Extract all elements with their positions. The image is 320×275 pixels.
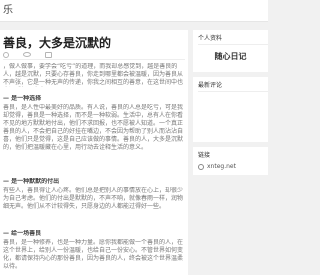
top-header: 乐	[0, 0, 268, 22]
recent-comments-heading: 最新评论	[198, 82, 223, 89]
article-intro-paragraph: ，做人做事，要学会“吃亏”的道理，而我却总感觉到，越是善良的人，越是沉默，只要心…	[3, 63, 184, 86]
links-widget: 链接 xnteg.net	[193, 147, 268, 175]
profile-name-link[interactable]: 随心日记	[193, 52, 268, 62]
recent-comments-divider	[198, 91, 268, 92]
recent-comments-widget: 最新评论	[193, 77, 268, 142]
section-heading-1: — 是一种选择	[3, 95, 42, 102]
article-meta	[3, 51, 52, 58]
folder-icon	[45, 51, 52, 58]
section-paragraph-2: 有些人，善良得让人心疼。他们总是把别人的事情放在心上，却很少为自己考虑。他们的付…	[3, 187, 184, 210]
section-paragraph-1: 善良，是人性中最美好的品质。有人说，善良的人总是吃亏，可是我却觉得，善良是一种选…	[3, 104, 184, 151]
links-heading: 链接	[198, 152, 211, 159]
link-item[interactable]: xnteg.net	[198, 163, 236, 170]
clock-icon	[3, 51, 9, 58]
link-item-label[interactable]: xnteg.net	[207, 163, 236, 170]
profile-heading: 个人资料	[198, 35, 223, 42]
section-paragraph-3: 善良，是一种修养，也是一种力量。愿你我都能做一个善良的人，在这个世界上，给别人一…	[3, 239, 184, 270]
site-logo-text[interactable]: 乐	[3, 5, 13, 17]
title-divider	[3, 59, 185, 60]
article-card: 善良，大多是沉默的 ，做人做事，要学会“吃亏”的道理，而我却总感觉到，越是善良的…	[0, 30, 188, 275]
profile-heading-divider	[198, 44, 268, 45]
link-icon	[198, 163, 204, 170]
article-title: 善良，大多是沉默的	[3, 36, 112, 50]
eye-icon	[23, 52, 31, 57]
profile-widget: 个人资料 随心日记	[193, 30, 268, 72]
section-heading-2: — 是一种默默的付出	[3, 178, 60, 185]
section-heading-3: — 给一场善良	[3, 230, 42, 237]
